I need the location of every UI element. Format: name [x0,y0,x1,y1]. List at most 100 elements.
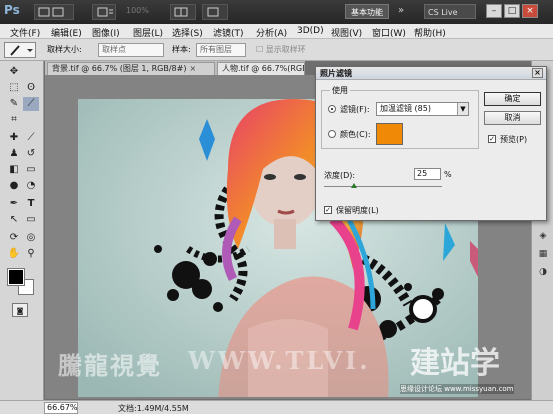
marquee-icon[interactable]: ⬚ [6,81,22,95]
menu-edit[interactable]: 编辑(E) [51,26,82,39]
more-workspaces-icon[interactable]: » [398,5,404,16]
preserve-luminosity-checkbox[interactable]: ✓ [324,206,332,214]
menu-help[interactable]: 帮助(H) [414,26,446,39]
density-label: 浓度(D): [324,171,356,180]
3d-orbit-icon[interactable]: ◎ [23,231,39,245]
sample-label: 样本: [172,45,191,54]
tab-label: 背景.tif @ 66.7% (图层 1, RGB/8#) [52,64,187,73]
dialog-title-text: 照片滤镜 [320,69,352,78]
document-tabs: 背景.tif @ 66.7% (图层 1, RGB/8#) × 人物.tif @ … [45,61,305,75]
zoom-field[interactable]: 66.67% [44,402,78,414]
watermark-brand-sub: 思缘设计论坛 www.missyuan.com [400,384,514,394]
crop-icon[interactable]: ⌗ [6,113,22,127]
watermark-logo-text: 騰龍視覺 [58,351,162,380]
layers-panel-icon[interactable]: ▦ [536,247,550,261]
photoshop-logo: Ps [4,3,20,17]
3d-panel-icon[interactable]: ◈ [536,229,550,243]
filter-select[interactable]: 加温滤镜 (85) ▼ [376,102,469,116]
options-bar: 取样大小: 取样点 样本: 所有图层 ☐ 显示取样环 [0,39,553,61]
menu-layer[interactable]: 图层(L) [133,26,163,39]
zoom-level-display[interactable]: 100% [126,6,149,15]
menu-image[interactable]: 图像(I) [92,26,120,39]
brush-icon[interactable]: ⟋ [23,131,39,145]
filter-label: 滤镜(F): [340,105,370,114]
menu-view[interactable]: 视图(V) [331,26,362,39]
hand-icon[interactable]: ✋ [6,247,22,261]
close-icon[interactable]: × [532,68,543,78]
eraser-icon[interactable]: ◧ [6,163,22,177]
tool-preset-picker[interactable] [4,42,36,58]
toolbox: ✥ ⬚ ʘ ✎ ⟋ ⌗ ✚ ⟋ ♟ ↺ ◧ ▭ ● ◔ ✒ T ↖ ▭ ⟳ ◎ … [0,61,44,401]
bridge-button[interactable] [34,4,74,20]
path-select-icon[interactable]: ↖ [6,213,22,227]
sample-size-label: 取样大小: [47,45,82,54]
status-bar: 66.67% 文档:1.49M/4.55M [0,400,553,414]
filter-radio[interactable] [328,105,336,113]
3d-rotate-icon[interactable]: ⟳ [6,231,22,245]
type-icon[interactable]: T [23,197,39,211]
view-extras-button[interactable] [92,4,116,20]
screen-mode-icon [207,7,219,17]
stamp-icon[interactable]: ♟ [6,147,22,161]
arrange-documents-button[interactable] [170,4,196,20]
move-icon[interactable]: ✥ [6,65,22,79]
color-radio[interactable] [328,130,336,138]
menu-filter[interactable]: 滤镜(T) [213,26,244,39]
menu-file[interactable]: 文件(F) [10,26,40,39]
density-slider-thumb[interactable] [350,183,357,188]
app-title-bar: Ps 100% 基本功能 » CS Live – □ × [0,0,553,24]
arrange-icon [174,7,188,17]
quick-select-icon[interactable]: ✎ [6,97,22,111]
dodge-icon[interactable]: ◔ [23,179,39,193]
shape-icon[interactable]: ▭ [23,213,39,227]
menu-analysis[interactable]: 分析(A) [256,26,287,39]
sample-select[interactable]: 所有图层 [196,43,246,57]
channels-panel-icon[interactable]: ◑ [536,265,550,279]
preserve-luminosity-label: 保留明度(L) [336,206,379,215]
menu-bar: 文件(F) 编辑(E) 图像(I) 图层(L) 选择(S) 滤镜(T) 分析(A… [0,24,553,39]
sample-value: 所有图层 [200,45,232,54]
workspace-switcher[interactable]: 基本功能 [345,4,389,19]
photo-filter-dialog: 照片滤镜 × 使用 滤镜(F): 加温滤镜 (85) ▼ 颜色(C): 浓度(D… [315,66,547,221]
minimize-button[interactable]: – [486,4,502,18]
eyedropper-icon [10,45,33,56]
color-label: 颜色(C): [340,130,371,139]
zoom-icon[interactable]: ⚲ [23,247,39,261]
tab-background-doc[interactable]: 背景.tif @ 66.7% (图层 1, RGB/8#) × [47,62,215,75]
watermark-url: WWW.TLVI. [188,346,371,375]
quick-mask-icon[interactable]: ◙ [12,303,28,317]
close-window-button[interactable]: × [522,4,538,18]
density-input[interactable]: 25 [414,168,441,180]
blur-icon[interactable]: ● [6,179,22,193]
menu-window[interactable]: 窗口(W) [372,26,406,39]
maximize-button[interactable]: □ [504,4,520,18]
preview-checkbox[interactable]: ✓ [488,135,496,143]
document-size-info[interactable]: 文档:1.49M/4.55M [118,403,189,414]
density-slider[interactable] [324,186,442,187]
lasso-icon[interactable]: ʘ [23,81,39,95]
foreground-color-swatch[interactable] [7,268,25,286]
ok-button[interactable]: 确定 [484,92,541,106]
pen-icon[interactable]: ✒ [6,197,22,211]
healing-icon[interactable]: ✚ [6,131,22,145]
menu-select[interactable]: 选择(S) [172,26,203,39]
history-brush-icon[interactable]: ↺ [23,147,39,161]
cancel-button[interactable]: 取消 [484,111,541,125]
watermark-brand: 建站学 [410,346,500,381]
close-tab-icon[interactable]: × [189,64,196,73]
filter-color-swatch[interactable] [376,123,403,145]
use-group-label: 使用 [330,85,350,96]
bridge-icon [38,7,64,17]
chevron-down-icon: ▼ [457,103,468,115]
menu-3d[interactable]: 3D(D) [297,26,324,36]
dialog-title: 照片滤镜 × [316,67,546,80]
show-sampling-ring-checkbox[interactable]: ☐ 显示取样环 [256,44,306,55]
screen-mode-button[interactable] [202,4,228,20]
preview-label: 预览(P) [500,135,528,144]
tab-label: 人物.tif @ 66.7%(RGB/8#) [222,64,304,73]
cs-live-button[interactable]: CS Live [424,4,476,19]
eyedropper-icon[interactable]: ⟋ [23,97,39,111]
tab-figure-doc[interactable]: 人物.tif @ 66.7%(RGB/8#) [217,62,305,75]
sample-size-select[interactable]: 取样点 [98,43,164,57]
gradient-icon[interactable]: ▭ [23,163,39,177]
